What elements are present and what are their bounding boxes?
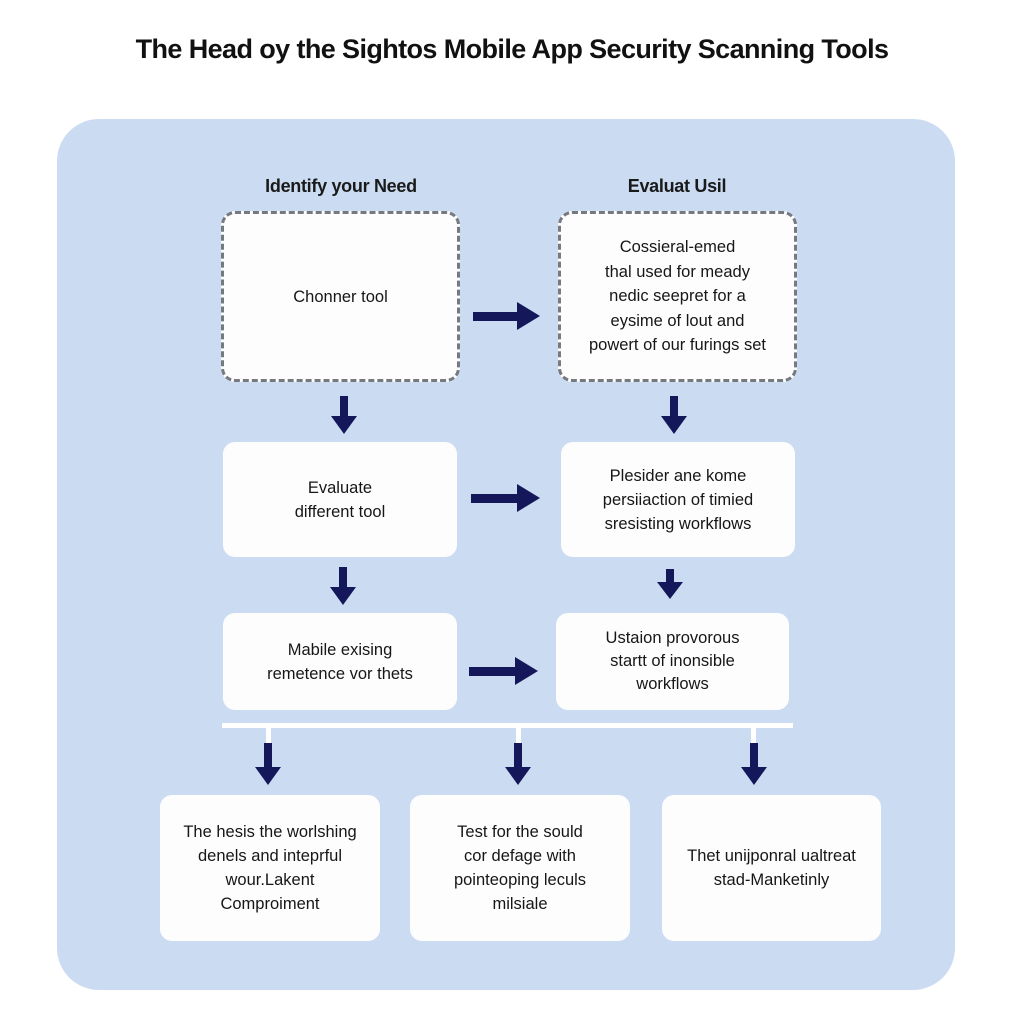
arrow-down-icon [657,569,683,599]
arrow-down-icon [331,396,357,434]
arrow-right-icon [471,484,540,512]
step-text: Evaluate different tool [294,478,386,521]
outcome-text: Test for the sould cor defage with point… [453,823,587,913]
branch-stem [266,726,271,744]
diagram-title: The Head oy the Sightos Mobile App Secur… [135,34,889,64]
branch-stem [751,726,756,744]
step-box-ustaion: Ustaion provorous startt of inonsible wo… [556,613,789,710]
step-text: Plesider ane kome persiiaction of timied… [602,466,754,533]
step-text: Cossieral-emed thal used for meady nedic… [588,238,766,355]
outcome-box-2: Test for the sould cor defage with point… [410,795,630,941]
step-box-evaluate-different-tool: Evaluate different tool [223,442,457,557]
outcome-box-1: The hesis the worlshing denels and intep… [160,795,380,941]
step-text: Ustaion provorous startt of inonsible wo… [605,629,740,693]
outcome-text: The hesis the worlshing denels and intep… [183,823,357,913]
arrow-right-icon [469,657,538,685]
left-column-heading: Identify your Need [265,176,417,196]
arrow-right-icon [473,302,540,330]
step-box-chonner-tool: Chonner tool [221,211,460,382]
arrow-down-icon [505,743,531,785]
right-column-heading: Evaluat Usil [627,176,727,196]
branch-connector-line [222,723,793,728]
step-text: Mabile exising remetence vor thets [267,640,413,683]
step-text: Chonner tool [293,287,388,306]
outcome-text: Thet unijponral ualtreat stad-Manketinly [687,847,856,889]
arrow-down-icon [741,743,767,785]
outcome-box-3: Thet unijponral ualtreat stad-Manketinly [662,795,881,941]
branch-stem [516,726,521,744]
step-box-plesider: Plesider ane kome persiiaction of timied… [561,442,795,557]
arrow-down-icon [330,567,356,605]
arrow-down-icon [661,396,687,434]
step-box-mabile-exising: Mabile exising remetence vor thets [223,613,457,710]
step-box-cossieral: Cossieral-emed thal used for meady nedic… [558,211,797,382]
arrow-down-icon [255,743,281,785]
